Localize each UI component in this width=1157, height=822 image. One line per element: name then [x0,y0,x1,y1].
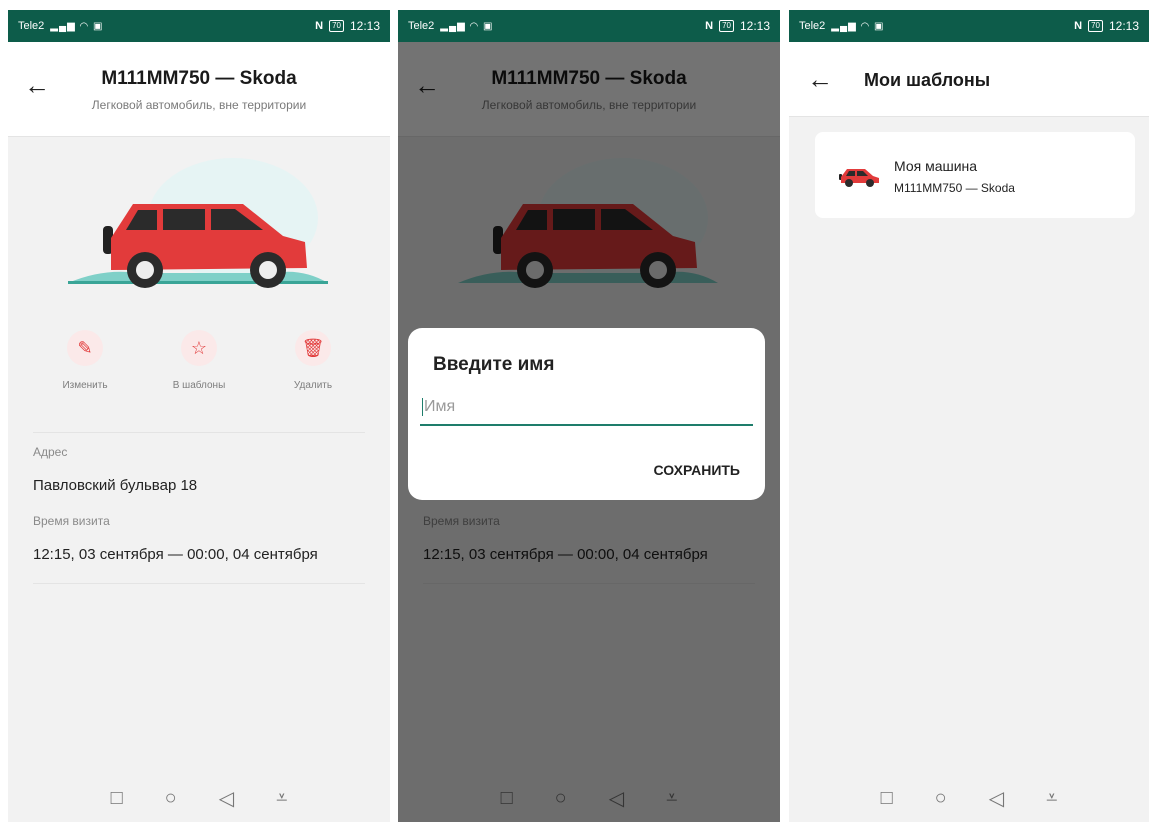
status-bar: Tele2 ▂▄▆ ◠ ▣ N 70 12:13 [789,10,1149,42]
text-caret [422,398,423,416]
template-card[interactable]: Моя машина M111MM750 — Skoda [815,132,1135,218]
name-placeholder: Имя [424,398,456,416]
page-subtitle: Легковой автомобиль, вне территории [91,98,307,112]
home-icon[interactable]: ○ [935,787,947,810]
dialog-title: Введите имя [433,354,555,375]
carrier-label: Tele2 [799,20,826,32]
battery-icon: 70 [329,20,344,32]
nfc-icon: N [705,20,714,32]
save-button[interactable]: СОХРАНИТЬ [654,462,740,478]
edit-button[interactable]: ✎ Изменить [30,330,140,391]
notifications-icon[interactable]: ⩡ [276,787,287,810]
back-arrow-icon[interactable]: ← [807,66,833,92]
notifications-icon[interactable]: ⩡ [1046,787,1057,810]
edit-icon: ✎ [67,330,103,366]
clock: 12:13 [739,19,770,33]
delete-button[interactable]: 🗑 Удалить [258,330,368,391]
carrier-label: Tele2 [408,20,435,32]
status-bar: Tele2 ▂▄▆ ◠ ▣ N 70 12:13 [398,10,780,42]
add-to-templates-button[interactable]: ☆ В шаблоны [144,330,254,391]
star-icon: ☆ [181,330,217,366]
template-brand: Skoda [980,181,1015,195]
clock: 12:13 [1108,19,1139,33]
vehicle-details-screen: Tele2 ▂▄▆ ◠ ▣ N 70 12:13 ← M111MM750 — S… [8,10,390,822]
action-row: ✎ Изменить ☆ В шаблоны 🗑 Удалить [8,330,390,391]
signal-icon: ▂▄▆ ◠ ▣ [831,20,885,32]
address-label: Адрес [33,445,68,459]
name-dialog: Введите имя Имя СОХРАНИТЬ [408,328,765,500]
battery-icon: 70 [1088,20,1103,32]
template-vehicle: M111MM750 — Skoda [894,181,1015,195]
app-bar: ← M111MM750 — Skoda Легковой автомобиль,… [8,42,390,137]
recents-icon[interactable]: □ [111,787,123,810]
back-icon[interactable]: ◁ [989,786,1004,811]
recents-icon[interactable]: □ [881,787,893,810]
delete-label: Удалить [293,380,333,391]
template-plate: M111MM750 [894,181,963,195]
carrier-label: Tele2 [18,20,45,32]
name-dialog-screen: Tele2 ▂▄▆ ◠ ▣ N 70 12:13 ← M111MM750 — S… [398,10,780,822]
template-name: Моя машина [894,158,978,174]
nfc-icon: N [315,20,324,32]
system-nav-bar: □ ○ ◁ ⩡ [789,774,1149,822]
name-input[interactable]: Имя [420,398,753,426]
address-value: Павловский бульвар 18 [33,477,198,494]
visit-time-label: Время визита [33,514,110,528]
visit-info: Адрес Павловский бульвар 18 Время визита… [33,432,365,584]
page-title: M111MM750 — Skoda [101,68,297,89]
templates-label: В шаблоны [172,380,226,391]
visit-time-value: 12:15, 03 сентября — 00:00, 04 сентября [33,546,318,563]
home-icon[interactable]: ○ [165,787,177,810]
system-nav-bar: □ ○ ◁ ⩡ [8,774,390,822]
nav-scrim [398,774,780,822]
nfc-icon: N [1074,20,1083,32]
divider [33,583,365,584]
car-illustration [8,138,390,308]
car-icon [839,169,879,187]
signal-icon: ▂▄▆ ◠ ▣ [50,20,104,32]
back-icon[interactable]: ◁ [219,786,234,811]
signal-icon: ▂▄▆ ◠ ▣ [440,20,494,32]
page-title: Мои шаблоны [864,70,991,90]
status-bar: Tele2 ▂▄▆ ◠ ▣ N 70 12:13 [8,10,390,42]
edit-label: Изменить [62,380,108,391]
templates-screen: Tele2 ▂▄▆ ◠ ▣ N 70 12:13 ← Мои шаблоны М… [789,10,1149,822]
battery-icon: 70 [719,20,734,32]
app-bar: ← Мои шаблоны [789,42,1149,117]
trash-icon: 🗑 [295,330,331,366]
clock: 12:13 [349,19,380,33]
